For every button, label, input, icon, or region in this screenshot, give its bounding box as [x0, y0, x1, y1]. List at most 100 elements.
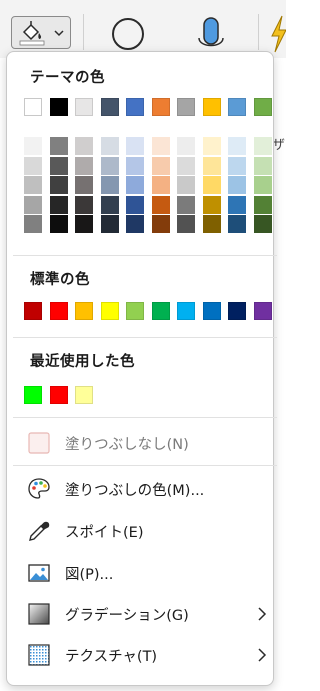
- eyedropper-menu-item[interactable]: スポイト(E): [27, 513, 279, 549]
- theme-color-swatch[interactable]: [228, 98, 246, 116]
- standard-color-swatch[interactable]: [100, 302, 119, 320]
- theme-shade-swatch[interactable]: [228, 156, 246, 175]
- theme-shade-swatch[interactable]: [253, 137, 272, 155]
- gradient-icon: [27, 602, 51, 626]
- standard-color-swatch[interactable]: [202, 302, 221, 320]
- theme-shade-swatch[interactable]: [100, 215, 119, 233]
- picture-fill-menu-item[interactable]: 図(P)...: [27, 555, 279, 591]
- ribbon-separator: [83, 14, 84, 50]
- theme-shade-swatch[interactable]: [49, 215, 68, 233]
- theme-shade-swatch[interactable]: [49, 156, 68, 175]
- theme-shade-swatch[interactable]: [24, 195, 42, 214]
- chevron-down-icon[interactable]: [54, 28, 64, 38]
- theme-shade-swatch[interactable]: [253, 195, 272, 214]
- theme-shade-swatch[interactable]: [202, 215, 221, 233]
- search-shape-icon[interactable]: [108, 14, 148, 54]
- theme-color-swatch[interactable]: [151, 98, 170, 116]
- theme-color-swatch[interactable]: [49, 98, 68, 116]
- theme-shade-swatch[interactable]: [100, 137, 119, 155]
- theme-shade-swatch[interactable]: [24, 156, 42, 175]
- theme-shade-swatch[interactable]: [100, 195, 119, 214]
- theme-shade-swatch[interactable]: [228, 195, 246, 214]
- standard-color-swatch[interactable]: [49, 302, 68, 320]
- lightning-icon[interactable]: [270, 14, 286, 54]
- theme-color-swatch[interactable]: [100, 98, 119, 116]
- theme-shade-swatch[interactable]: [177, 195, 195, 214]
- theme-shade-swatch[interactable]: [24, 137, 42, 155]
- theme-shade-swatch[interactable]: [253, 176, 272, 194]
- no-fill-label: 塗りつぶしなし(N): [65, 436, 189, 453]
- fill-color-dropdown: テーマの色 標準の色 最近使用した色 塗りつぶしなし(N) 塗りつぶしの色(M)…: [6, 51, 277, 686]
- theme-shade-swatch[interactable]: [253, 215, 272, 233]
- more-fill-colors-menu-item[interactable]: 塗りつぶしの色(M)...: [27, 471, 279, 507]
- theme-color-swatch[interactable]: [202, 98, 221, 116]
- chevron-right-icon: [258, 607, 267, 621]
- theme-shade-swatch[interactable]: [202, 176, 221, 194]
- theme-shade-swatch[interactable]: [177, 215, 195, 233]
- recent-colors-row: [24, 386, 101, 404]
- theme-shade-swatch[interactable]: [100, 156, 119, 175]
- theme-shade-swatch[interactable]: [126, 137, 144, 155]
- eyedropper-label: スポイト(E): [65, 524, 144, 541]
- theme-shade-swatch[interactable]: [24, 215, 42, 233]
- texture-icon: [27, 643, 51, 667]
- theme-shade-swatch[interactable]: [49, 195, 68, 214]
- gradient-menu-item[interactable]: グラデーション(G): [27, 596, 279, 632]
- theme-color-swatch[interactable]: [253, 98, 272, 116]
- theme-shade-swatch[interactable]: [75, 156, 93, 175]
- ribbon-separator: [258, 14, 259, 50]
- recent-color-swatch[interactable]: [24, 386, 42, 404]
- theme-shade-swatch[interactable]: [24, 176, 42, 194]
- theme-shade-swatch[interactable]: [75, 176, 93, 194]
- theme-shade-swatch[interactable]: [126, 215, 144, 233]
- theme-color-swatch[interactable]: [75, 98, 93, 116]
- theme-shade-swatch[interactable]: [202, 156, 221, 175]
- theme-shade-swatch[interactable]: [151, 215, 170, 233]
- theme-shade-swatch[interactable]: [202, 195, 221, 214]
- theme-shade-swatch[interactable]: [151, 137, 170, 155]
- theme-shade-swatch[interactable]: [228, 176, 246, 194]
- picture-fill-label: 図(P)...: [65, 566, 114, 583]
- theme-shade-swatch[interactable]: [100, 176, 119, 194]
- theme-shade-swatch[interactable]: [228, 215, 246, 233]
- theme-shade-swatch[interactable]: [75, 137, 93, 155]
- recent-color-swatch[interactable]: [49, 386, 68, 404]
- theme-color-swatch[interactable]: [177, 98, 195, 116]
- theme-colors-heading: テーマの色: [30, 70, 105, 86]
- theme-shade-swatch[interactable]: [75, 195, 93, 214]
- theme-shade-swatch[interactable]: [151, 156, 170, 175]
- standard-color-swatch[interactable]: [75, 302, 93, 320]
- theme-shade-swatch[interactable]: [151, 176, 170, 194]
- shape-fill-button[interactable]: [11, 16, 71, 49]
- recent-colors-heading: 最近使用した色: [30, 354, 135, 370]
- standard-color-swatch[interactable]: [126, 302, 144, 320]
- theme-shade-swatch[interactable]: [126, 195, 144, 214]
- theme-color-swatch[interactable]: [126, 98, 144, 116]
- theme-shade-swatch[interactable]: [177, 156, 195, 175]
- standard-color-swatch[interactable]: [253, 302, 272, 320]
- theme-shade-swatch[interactable]: [126, 176, 144, 194]
- theme-shade-swatch[interactable]: [228, 137, 246, 155]
- theme-shade-swatch[interactable]: [49, 176, 68, 194]
- recent-color-swatch[interactable]: [75, 386, 93, 404]
- standard-color-swatch[interactable]: [228, 302, 246, 320]
- theme-shade-swatch[interactable]: [177, 176, 195, 194]
- theme-shade-swatch[interactable]: [151, 195, 170, 214]
- standard-color-swatch[interactable]: [24, 302, 42, 320]
- theme-color-swatch[interactable]: [24, 98, 42, 116]
- standard-color-swatch[interactable]: [151, 302, 170, 320]
- theme-shade-swatch[interactable]: [253, 156, 272, 175]
- microphone-icon[interactable]: [194, 12, 228, 54]
- theme-shade-swatch[interactable]: [49, 137, 68, 155]
- chevron-right-icon: [258, 648, 267, 662]
- texture-label: テクスチャ(T): [65, 648, 158, 665]
- theme-shade-swatch[interactable]: [126, 156, 144, 175]
- texture-menu-item[interactable]: テクスチャ(T): [27, 637, 279, 673]
- no-fill-menu-item[interactable]: 塗りつぶしなし(N): [27, 425, 279, 461]
- theme-shade-swatch[interactable]: [75, 215, 93, 233]
- theme-shade-swatch[interactable]: [177, 137, 195, 155]
- theme-shade-swatch[interactable]: [202, 137, 221, 155]
- theme-shade-column: [24, 137, 42, 235]
- theme-shade-column: [75, 137, 93, 235]
- standard-color-swatch[interactable]: [177, 302, 195, 320]
